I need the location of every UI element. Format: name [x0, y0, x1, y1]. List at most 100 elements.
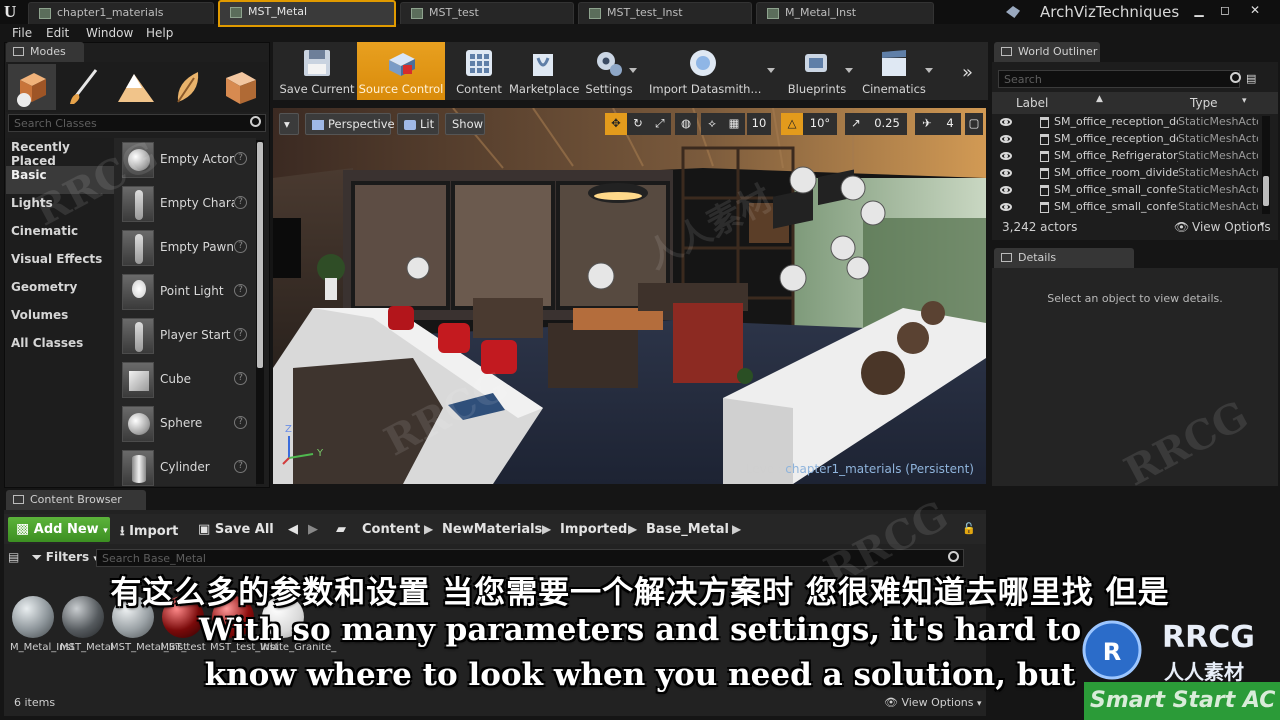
- actor-item-cylinder[interactable]: Cylinder ?: [114, 446, 256, 490]
- add-new-button[interactable]: ▩ Add New ▾: [8, 517, 110, 542]
- breadcrumb-content[interactable]: Content: [362, 522, 420, 537]
- rotate-tool-icon[interactable]: ↻: [627, 113, 649, 135]
- search-icon[interactable]: [250, 116, 261, 127]
- camera-speed-icon[interactable]: ✈: [915, 113, 939, 135]
- search-classes-input[interactable]: Search Classes: [8, 114, 266, 132]
- rotation-snap-icon[interactable]: △: [781, 113, 803, 135]
- tab-mst-test-inst[interactable]: MST_test_Inst: [578, 2, 752, 24]
- tab-mst-test[interactable]: MST_test: [400, 2, 574, 24]
- asset-search-input[interactable]: Search Base_Metal: [96, 549, 964, 567]
- level-viewport[interactable]: Z Y ▾ Perspective Lit Show ✥ ↻ ⤢ ◍ ⟡ ▦ 1…: [273, 108, 986, 484]
- category-geometry[interactable]: Geometry: [6, 278, 114, 306]
- help-icon[interactable]: ?: [234, 372, 247, 385]
- menu-file[interactable]: File: [12, 26, 32, 40]
- outliner-row[interactable]: SM_office_room_divider StaticMeshActor: [992, 165, 1260, 182]
- filters-button[interactable]: ⏷ Filters ▾: [32, 550, 98, 565]
- breadcrumb-newmaterials[interactable]: NewMaterials: [442, 522, 542, 537]
- outliner-row[interactable]: SM_office_Refrigerator_n StaticMeshActor: [992, 148, 1260, 165]
- visibility-eye-icon[interactable]: [1000, 135, 1012, 143]
- breadcrumb-separator-icon[interactable]: ▶: [628, 522, 637, 536]
- surface-snap-icon[interactable]: ⟡: [701, 113, 723, 135]
- actor-item-point-light[interactable]: Point Light ?: [114, 270, 256, 314]
- menu-window[interactable]: Window: [86, 26, 133, 40]
- category-all-classes[interactable]: All Classes: [6, 334, 114, 362]
- help-icon[interactable]: ?: [234, 240, 247, 253]
- help-icon[interactable]: ?: [234, 416, 247, 429]
- tab-mst-metal[interactable]: MST_Metal: [218, 0, 396, 27]
- content-browser-tab[interactable]: Content Browser: [6, 490, 146, 510]
- scrollbar-thumb[interactable]: [1263, 176, 1269, 206]
- actor-item-empty-actor[interactable]: Empty Actor ?: [114, 138, 256, 182]
- modes-tab[interactable]: Modes: [6, 42, 84, 62]
- perspective-button[interactable]: Perspective: [305, 113, 395, 135]
- foliage-mode-button[interactable]: [164, 64, 212, 110]
- rotation-snap-value[interactable]: 10°: [803, 113, 837, 135]
- category-basic[interactable]: Basic: [6, 166, 114, 194]
- history-forward-icon[interactable]: ▶: [308, 522, 318, 537]
- scale-snap-value[interactable]: 0.25: [867, 113, 907, 135]
- category-cinematic[interactable]: Cinematic: [6, 222, 114, 250]
- outliner-row[interactable]: SM_office_reception_desk StaticMeshActor: [992, 131, 1260, 148]
- actor-item-cube[interactable]: Cube ?: [114, 358, 256, 402]
- show-flags-button[interactable]: Show: [445, 113, 485, 135]
- actor-list-scrollbar[interactable]: [256, 140, 264, 484]
- scale-snap-icon[interactable]: ↗: [845, 113, 867, 135]
- sources-toggle-icon[interactable]: ▤: [8, 550, 19, 564]
- breadcrumb-imported[interactable]: Imported: [560, 522, 627, 537]
- scale-tool-icon[interactable]: ⤢: [649, 113, 671, 135]
- import-datasmith-button[interactable]: Import Datasmith...: [649, 42, 775, 100]
- view-options-button[interactable]: View Options: [1192, 220, 1271, 234]
- minimize-button[interactable]: ▁: [1188, 2, 1210, 18]
- category-recently-placed[interactable]: Recently Placed: [6, 138, 114, 168]
- cinematics-button[interactable]: Cinematics: [859, 42, 933, 100]
- save-all-button[interactable]: ▣ Save All: [198, 522, 274, 537]
- column-label[interactable]: Label: [1016, 96, 1048, 110]
- close-button[interactable]: ✕: [1244, 2, 1266, 18]
- visibility-eye-icon[interactable]: [1000, 186, 1012, 194]
- visibility-eye-icon[interactable]: [1000, 152, 1012, 160]
- blueprints-button[interactable]: Blueprints: [783, 42, 853, 100]
- category-lights[interactable]: Lights: [6, 194, 114, 222]
- help-icon[interactable]: ?: [234, 152, 247, 165]
- camera-speed-value[interactable]: 4: [939, 113, 961, 135]
- help-icon[interactable]: ?: [234, 284, 247, 297]
- view-settings-icon[interactable]: ▤: [1246, 72, 1264, 86]
- view-options-button[interactable]: 👁 View Options ▾: [884, 696, 982, 709]
- view-mode-lit-button[interactable]: Lit: [397, 113, 439, 135]
- category-volumes[interactable]: Volumes: [6, 306, 114, 334]
- maximize-button[interactable]: ◻: [1214, 2, 1236, 18]
- breadcrumb-separator-icon[interactable]: ▶: [542, 522, 551, 536]
- search-icon[interactable]: [1230, 72, 1241, 83]
- toolbar-overflow-icon[interactable]: »: [962, 62, 973, 83]
- source-control-button[interactable]: Source Control: [357, 42, 445, 100]
- world-space-icon[interactable]: ◍: [675, 113, 697, 135]
- column-options-icon[interactable]: ▾: [1242, 96, 1247, 106]
- content-button[interactable]: Content: [451, 42, 507, 100]
- tab-m-metal-inst[interactable]: M_Metal_Inst: [756, 2, 934, 24]
- marketplace-button[interactable]: Marketplace: [509, 42, 579, 100]
- visibility-eye-icon[interactable]: [1000, 169, 1012, 177]
- landscape-mode-button[interactable]: [112, 64, 160, 110]
- scrollbar-thumb[interactable]: [257, 142, 263, 368]
- breadcrumb-separator-icon[interactable]: ▶: [732, 522, 741, 536]
- translate-tool-icon[interactable]: ✥: [605, 113, 627, 135]
- save-current-button[interactable]: Save Current: [277, 42, 357, 100]
- actor-item-empty-character[interactable]: Empty Character ?: [114, 182, 256, 226]
- outliner-scrollbar[interactable]: [1262, 116, 1270, 214]
- grid-snap-value[interactable]: 10: [747, 113, 771, 135]
- details-tab[interactable]: Details: [994, 248, 1134, 268]
- actor-item-empty-pawn[interactable]: Empty Pawn ?: [114, 226, 256, 270]
- breadcrumb-base-metal[interactable]: Base_Metal: [646, 522, 729, 537]
- import-button[interactable]: ⭳ Import: [120, 522, 178, 544]
- settings-button[interactable]: Settings: [583, 42, 637, 100]
- lock-icon[interactable]: 🔓: [962, 522, 976, 535]
- outliner-row[interactable]: SM_office_reception_desk StaticMeshActor: [992, 114, 1260, 131]
- help-icon[interactable]: ?: [234, 460, 247, 473]
- actor-item-sphere[interactable]: Sphere ?: [114, 402, 256, 446]
- actor-item-player-start[interactable]: Player Start ?: [114, 314, 256, 358]
- search-icon[interactable]: [948, 551, 959, 562]
- column-type[interactable]: Type: [1190, 96, 1218, 110]
- paint-mode-button[interactable]: [60, 64, 108, 110]
- tab-chapter1-materials[interactable]: chapter1_materials: [28, 2, 214, 24]
- help-icon[interactable]: ?: [234, 328, 247, 341]
